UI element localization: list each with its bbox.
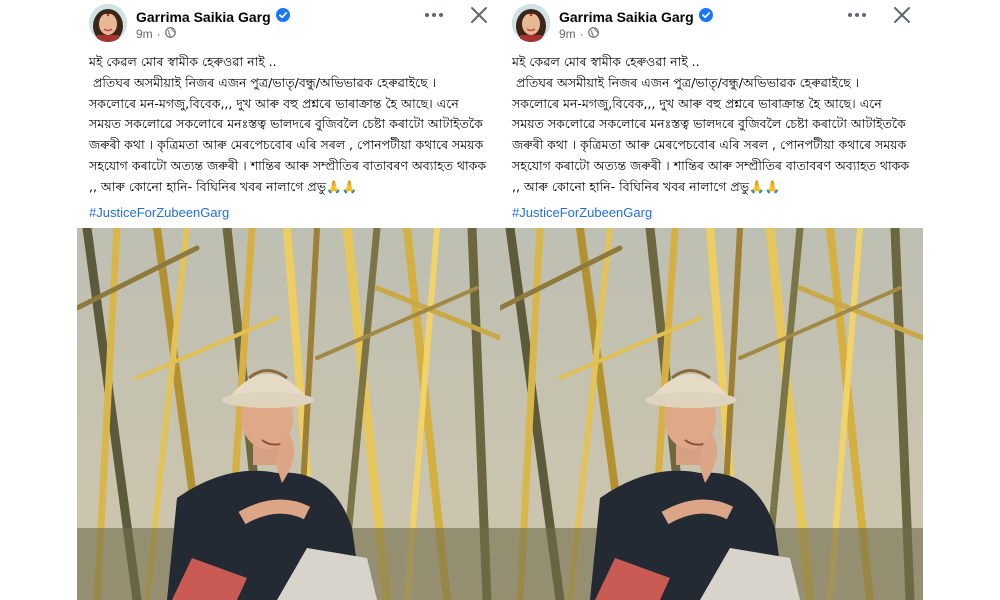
post-photo[interactable] bbox=[500, 228, 923, 600]
post-paragraph: প্ৰতিঘৰ অসমীয়াই নিজৰ এজন পুত্ৰ/ভাতৃ/বন্… bbox=[89, 74, 437, 90]
more-options-icon[interactable] bbox=[423, 6, 445, 24]
post-card-left: Garrima Saikia Garg 9m · মই কেৱল মোৰ স্ব… bbox=[77, 0, 500, 600]
post-time[interactable]: 9m bbox=[136, 27, 153, 41]
post-header: Garrima Saikia Garg 9m · bbox=[77, 0, 500, 46]
hashtag-link[interactable]: #JusticeForZubeenGarg bbox=[512, 205, 652, 220]
post-meta: 9m · bbox=[136, 27, 176, 41]
author-row: Garrima Saikia Garg bbox=[559, 8, 713, 25]
post-paragraph: মই কেৱল মোৰ স্বামীক হেৰুওৱা নাই .. bbox=[89, 54, 277, 69]
author-name[interactable]: Garrima Saikia Garg bbox=[559, 9, 694, 25]
post-meta: 9m · bbox=[559, 27, 599, 41]
verified-badge-icon bbox=[275, 8, 290, 25]
dot-separator: · bbox=[156, 27, 161, 41]
post-paragraph: সকলোৰে মন-মগজু,বিবেক,,, দুখ আৰু বহু প্ৰশ… bbox=[89, 95, 491, 194]
post-paragraph: সকলোৰে মন-মগজু,বিবেক,,, দুখ আৰু বহু প্ৰশ… bbox=[512, 95, 914, 194]
post-time[interactable]: 9m bbox=[559, 27, 576, 41]
close-icon[interactable] bbox=[892, 5, 912, 25]
close-icon[interactable] bbox=[469, 5, 489, 25]
post-card-right: Garrima Saikia Garg 9m · মই কেৱল মোৰ স্ব… bbox=[500, 0, 923, 600]
verified-badge-icon bbox=[698, 8, 713, 25]
globe-icon[interactable] bbox=[587, 27, 599, 41]
author-row: Garrima Saikia Garg bbox=[136, 8, 290, 25]
globe-icon[interactable] bbox=[164, 27, 176, 41]
dot-separator: · bbox=[579, 27, 584, 41]
post-body: মই কেৱল মোৰ স্বামীক হেৰুওৱা নাই .. প্ৰতি… bbox=[512, 52, 912, 198]
post-paragraph: প্ৰতিঘৰ অসমীয়াই নিজৰ এজন পুত্ৰ/ভাতৃ/বন্… bbox=[512, 74, 860, 90]
author-avatar[interactable] bbox=[89, 4, 127, 42]
author-avatar[interactable] bbox=[512, 4, 550, 42]
post-body: মই কেৱল মোৰ স্বামীক হেৰুওৱা নাই .. প্ৰতি… bbox=[89, 52, 489, 198]
post-photo[interactable] bbox=[77, 228, 500, 600]
author-name[interactable]: Garrima Saikia Garg bbox=[136, 9, 271, 25]
hashtag-link[interactable]: #JusticeForZubeenGarg bbox=[89, 205, 229, 220]
more-options-icon[interactable] bbox=[846, 6, 868, 24]
post-header: Garrima Saikia Garg 9m · bbox=[500, 0, 923, 46]
screenshot-stage: Garrima Saikia Garg 9m · মই কেৱল মোৰ স্ব… bbox=[0, 0, 1000, 600]
post-paragraph: মই কেৱল মোৰ স্বামীক হেৰুওৱা নাই .. bbox=[512, 54, 700, 69]
